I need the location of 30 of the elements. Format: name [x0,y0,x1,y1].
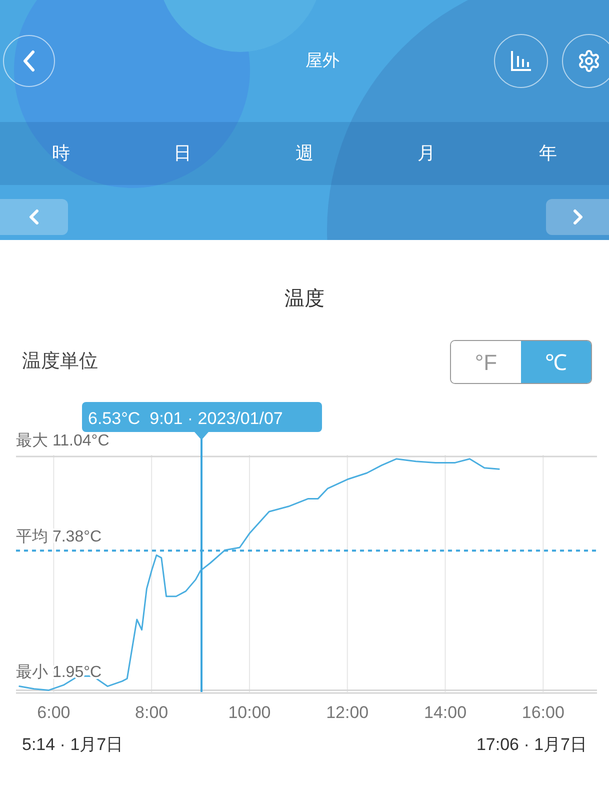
reference-label: 最大 11.04°C [16,432,110,450]
axis-tick-label: 8:00 [135,703,168,722]
period-tab[interactable]: 週 [244,122,366,185]
reference-label: 最小 1.95°C [16,664,102,682]
period-tab[interactable]: 月 [365,122,488,185]
settings-icon [577,49,601,73]
period-tab[interactable]: 日 [122,122,244,185]
chevron-left-icon [29,209,39,225]
back-button[interactable] [3,35,55,87]
period-tab[interactable]: 年 [487,122,609,185]
reference-label: 平均 7.38°C [16,528,102,546]
axis-tick-label: 10:00 [228,703,271,722]
previous-button[interactable] [0,199,68,235]
unit-option[interactable]: ℃ [521,341,591,383]
back-icon [22,50,36,72]
unit-label: 温度単位 [22,350,98,374]
period-tab[interactable]: 時 [0,122,122,185]
chart-button[interactable] [494,34,548,88]
bar-chart-icon [510,50,532,72]
axis-tick-label: 6:00 [37,703,70,722]
range-start: 5:14 · 1月7日 [22,734,124,756]
next-button[interactable] [546,199,609,235]
range-end: 17:06 · 1月7日 [476,734,587,756]
settings-button[interactable] [562,34,609,88]
axis-tick-label: 12:00 [326,703,369,722]
chart-title: 温度 [284,287,326,312]
chevron-right-icon [572,209,582,225]
page-title: 屋外 [304,50,340,72]
axis-tick-label: 14:00 [424,703,467,722]
axis-tick-label: 16:00 [522,703,564,722]
